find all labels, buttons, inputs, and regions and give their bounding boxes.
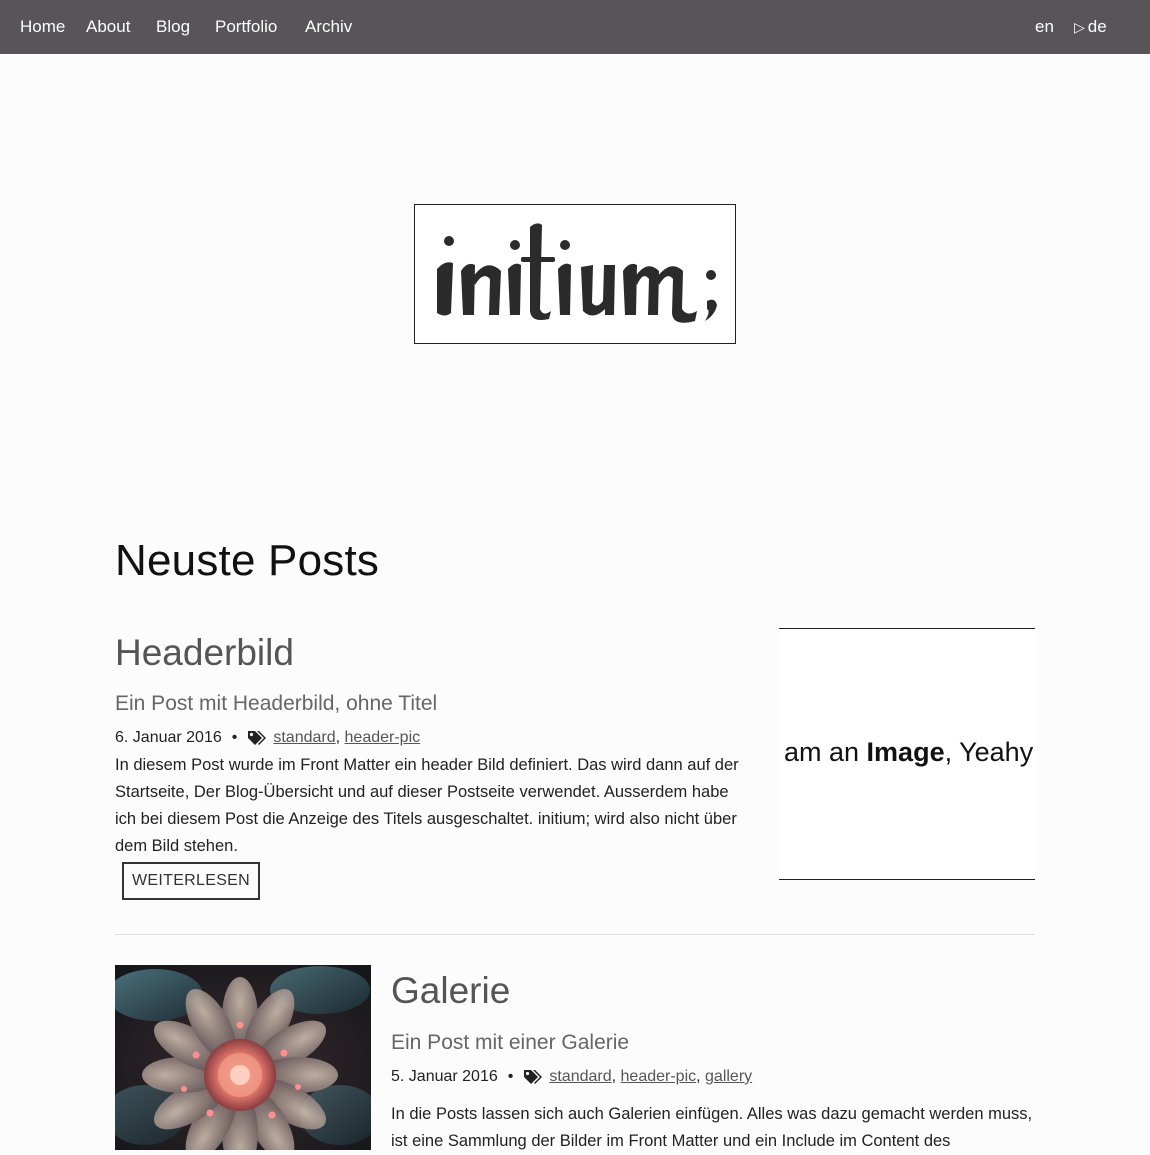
current-language-marker-icon: ▷ <box>1074 19 1085 35</box>
post-meta: 5. Januar 2016 • standard, header-pic, g… <box>391 1068 753 1085</box>
tag-link[interactable]: standard <box>273 729 335 746</box>
tags-icon <box>248 731 267 745</box>
tag-link[interactable]: header-pic <box>621 1068 697 1085</box>
image-caption-before: am an <box>784 737 867 767</box>
tag-link[interactable]: header-pic <box>345 729 421 746</box>
post-divider <box>115 934 1035 935</box>
section-title: Neuste Posts <box>115 536 380 585</box>
tag-link[interactable]: gallery <box>705 1068 752 1085</box>
tag-link[interactable]: standard <box>549 1068 611 1085</box>
read-more-button[interactable]: WEITERLESEN <box>122 862 260 900</box>
language-de-link[interactable]: ▷ de <box>1074 17 1107 37</box>
fractal-flower-image <box>115 965 371 1150</box>
tags-icon <box>524 1070 543 1084</box>
image-caption-after: , Yeahy <box>944 737 1034 767</box>
nav-blog[interactable]: Blog <box>156 17 190 37</box>
image-caption-bold: Image <box>866 737 945 767</box>
post-title[interactable]: Galerie <box>391 970 510 1012</box>
meta-separator: • <box>231 729 238 746</box>
meta-separator: • <box>507 1068 514 1085</box>
post-subtitle: Ein Post mit Headerbild, ohne Titel <box>115 692 438 715</box>
post-header-image[interactable]: am an Image, Yeahy <box>779 628 1035 880</box>
site-logo[interactable] <box>414 204 736 344</box>
image-caption: am an Image, Yeahy <box>784 737 1033 768</box>
top-navigation: Home About Blog Portfolio Archiv en ▷ de <box>0 0 1150 54</box>
post-excerpt: In diesem Post wurde im Front Matter ein… <box>115 756 739 855</box>
nav-about[interactable]: About <box>86 17 130 37</box>
nav-portfolio[interactable]: Portfolio <box>215 17 277 37</box>
nav-archiv[interactable]: Archiv <box>305 17 352 37</box>
post-date: 6. Januar 2016 <box>115 729 222 746</box>
nav-home[interactable]: Home <box>20 17 65 37</box>
language-en-link[interactable]: en <box>1035 17 1054 37</box>
post-subtitle: Ein Post mit einer Galerie <box>391 1031 630 1054</box>
logo-lettering-image <box>437 223 717 323</box>
post-thumbnail-image[interactable] <box>115 965 371 1150</box>
post-excerpt: In die Posts lassen sich auch Galerien e… <box>391 1105 1033 1150</box>
post-meta: 6. Januar 2016 • standard, header-pic <box>115 729 421 746</box>
post-title[interactable]: Headerbild <box>115 632 294 674</box>
language-de-label: de <box>1087 17 1107 36</box>
post-date: 5. Januar 2016 <box>391 1068 498 1085</box>
